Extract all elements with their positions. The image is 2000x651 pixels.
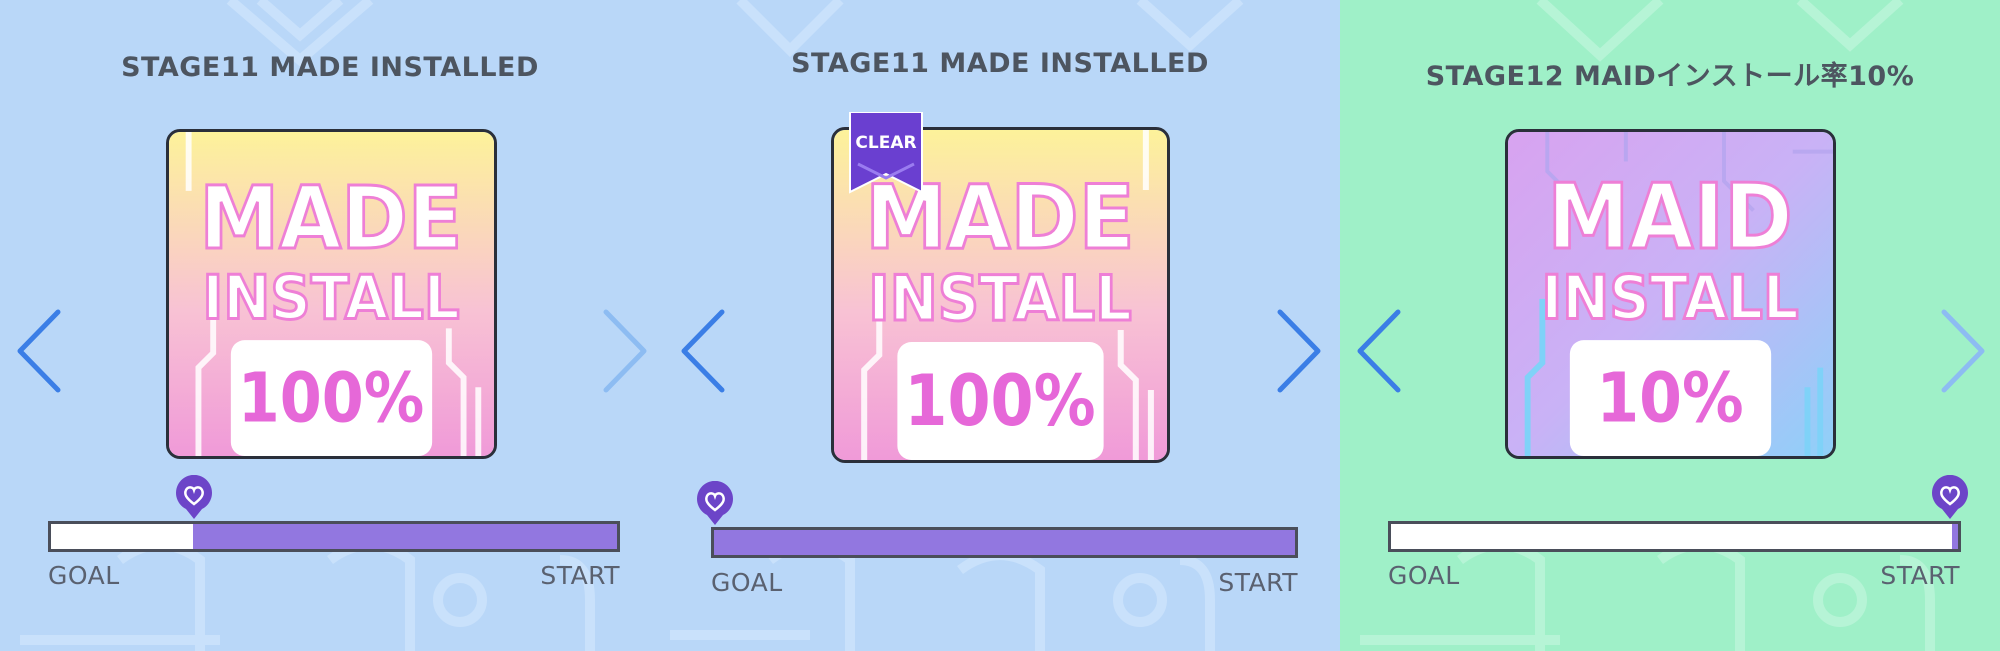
art-line2: INSTALL xyxy=(1541,263,1798,334)
stage-title: STAGE11 MADE INSTALLED xyxy=(121,52,539,83)
start-label: START xyxy=(1880,561,1960,590)
made-install-artwork: MADE INSTALL 100% xyxy=(169,132,494,456)
clear-badge-text: CLEAR xyxy=(855,133,916,153)
progress-fill xyxy=(714,530,1295,555)
progress-bar xyxy=(711,527,1298,558)
art-line1: MAID xyxy=(1547,165,1792,270)
art-line2: INSTALL xyxy=(202,263,459,334)
stage-panel-3: STAGE12 MAIDインストール率10% MAID INSTALL 10% xyxy=(1340,0,2000,651)
art-line1: MADE xyxy=(199,169,462,269)
art-percent: 100% xyxy=(238,359,425,439)
stage-title: STAGE12 MAIDインストール率10% xyxy=(1425,61,1915,92)
progress-bar xyxy=(1388,521,1961,552)
chevron-right-icon[interactable] xyxy=(602,306,650,396)
stage-thumbnail[interactable]: MADE INSTALL 100% xyxy=(166,129,497,459)
start-label: START xyxy=(540,561,620,590)
maid-install-artwork: MAID INSTALL 10% xyxy=(1508,132,1833,456)
chevron-left-icon[interactable] xyxy=(678,306,726,396)
goal-label: GOAL xyxy=(48,561,120,590)
heart-position-marker-icon xyxy=(176,475,212,519)
stage-panel-1: STAGE11 MADE INSTALLED MADE INSTALL 100% xyxy=(0,0,660,651)
chevron-left-icon[interactable] xyxy=(14,306,62,396)
stage-panel-2: STAGE11 MADE INSTALLED MADE INSTALL 100%… xyxy=(660,0,1340,651)
stage-thumbnail[interactable]: MADE INSTALL 100% CLEAR xyxy=(831,112,1170,463)
chevron-right-icon[interactable] xyxy=(1276,306,1324,396)
art-percent: 10% xyxy=(1596,359,1743,439)
stage-title: STAGE11 MADE INSTALLED xyxy=(791,48,1209,79)
chevron-left-icon[interactable] xyxy=(1354,306,1402,396)
goal-label: GOAL xyxy=(711,568,783,597)
progress-fill xyxy=(192,524,617,549)
heart-position-marker-icon xyxy=(697,481,733,525)
progress-bar xyxy=(48,521,620,552)
clear-ribbon-badge: CLEAR xyxy=(849,112,923,194)
art-percent: 100% xyxy=(904,360,1095,442)
chevron-right-icon[interactable] xyxy=(1940,306,1988,396)
stage-thumbnail[interactable]: MAID INSTALL 10% xyxy=(1505,129,1836,459)
progress-fill xyxy=(1952,524,1958,549)
heart-position-marker-icon xyxy=(1932,475,1968,519)
art-line2: INSTALL xyxy=(868,262,1132,335)
goal-label: GOAL xyxy=(1388,561,1460,590)
start-label: START xyxy=(1218,568,1298,597)
